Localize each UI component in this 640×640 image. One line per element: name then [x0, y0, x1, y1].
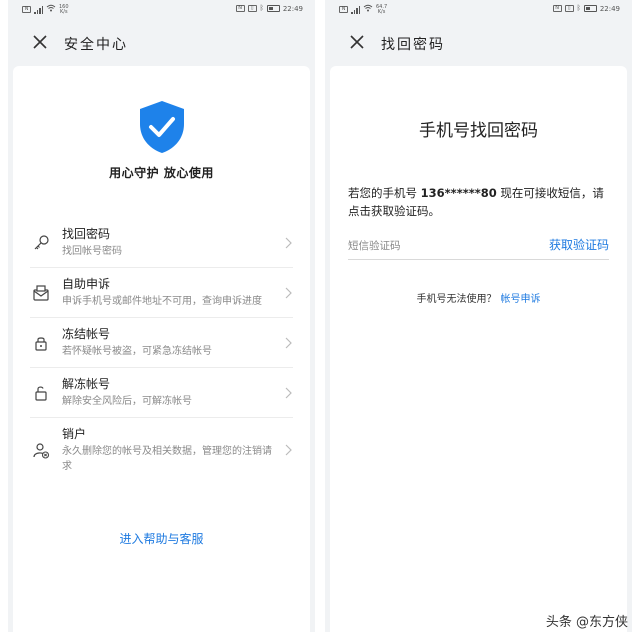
menu-item-title: 冻结帐号 — [62, 327, 111, 341]
menu-item-desc: 解除安全风险后，可解冻帐号 — [62, 396, 192, 407]
menu-item-freeze-account[interactable]: 冻结帐号 若怀疑帐号被盗，可紧急冻结帐号 — [30, 318, 293, 368]
account-appeal-link[interactable]: 帐号申诉 — [501, 294, 541, 305]
menu-item-find-password[interactable]: 找回密码 找回帐号密码 — [30, 218, 293, 268]
phone-unavailable-row: 手机号无法使用？ 帐号申诉 — [330, 290, 627, 305]
sms-info-text: 若您的手机号 136******80 现在可接收短信，请点击获取验证码。 — [348, 186, 604, 218]
masked-phone-number: 136******80 — [420, 186, 497, 200]
close-icon[interactable] — [32, 34, 48, 50]
get-code-button[interactable]: 获取验证码 — [549, 236, 609, 253]
nfc-status-icon: N — [235, 5, 245, 12]
menu-item-desc: 申诉手机号或邮件地址不可用，查询申诉进度 — [62, 296, 262, 307]
right-phone-screen: N 64.7 K/s N ▯ ᛒ 22:49 找回密码 手机号找回密码 若您的手… — [325, 0, 632, 632]
vibrate-icon: ▯ — [247, 5, 257, 12]
battery-icon — [266, 5, 280, 12]
watermark: 头条 @东方侠 — [545, 615, 628, 630]
bluetooth-icon: ᛒ — [259, 4, 264, 12]
menu-item-close-account[interactable]: 销户 永久删除您的帐号及相关数据，管理您的注销请求 — [30, 418, 293, 482]
security-center-card: 用心守护 放心使用 找回密码 找回帐号密码 自助申诉 申诉手机号或邮件地址不可用… — [13, 66, 310, 632]
user-remove-icon — [33, 443, 50, 459]
chevron-right-icon — [285, 337, 292, 348]
nfc-status-icon: N — [552, 5, 562, 12]
sms-code-field[interactable]: 短信验证码 获取验证码 — [348, 234, 609, 260]
status-bar: N 64.7 K/s N ▯ ᛒ 22:49 — [325, 0, 632, 18]
chevron-right-icon — [285, 387, 292, 398]
chevron-right-icon — [285, 287, 292, 298]
page-title: 安全中心 — [64, 37, 128, 53]
lock-icon — [35, 336, 47, 351]
status-bar: N 160 K/s N ▯ ᛒ 22:49 — [8, 0, 315, 18]
menu-item-unfreeze-account[interactable]: 解冻帐号 解除安全风险后，可解冻帐号 — [30, 368, 293, 418]
nfc-icon: N — [22, 6, 31, 13]
chevron-right-icon — [285, 444, 292, 456]
signal-icon — [351, 5, 360, 14]
menu-item-desc: 永久删除您的帐号及相关数据，管理您的注销请求 — [62, 446, 272, 472]
nfc-icon: N — [339, 6, 348, 13]
unlock-icon — [35, 385, 47, 401]
slogan: 用心守护 放心使用 — [109, 166, 214, 180]
top-nav: 找回密码 — [325, 28, 632, 58]
page-heading: 手机号找回密码 — [419, 121, 538, 141]
menu-item-title: 解冻帐号 — [62, 377, 111, 391]
key-icon — [34, 234, 49, 249]
vibrate-icon: ▯ — [564, 5, 574, 12]
find-password-card: 手机号找回密码 若您的手机号 136******80 现在可接收短信，请点击获取… — [330, 66, 627, 632]
status-time: 22:49 — [282, 4, 303, 13]
chevron-right-icon — [285, 237, 292, 248]
network-speed: 64.7 K/s — [376, 3, 388, 15]
battery-icon — [583, 5, 597, 12]
shield-check-icon — [140, 101, 184, 153]
page-title: 找回密码 — [381, 37, 445, 53]
menu-item-title: 销户 — [62, 427, 87, 441]
menu-item-self-appeal[interactable]: 自助申诉 申诉手机号或邮件地址不可用，查询申诉进度 — [30, 268, 293, 318]
security-menu: 找回密码 找回帐号密码 自助申诉 申诉手机号或邮件地址不可用，查询申诉进度 冻结… — [30, 218, 293, 482]
mail-appeal-icon — [33, 284, 49, 301]
phone-unavailable-text: 手机号无法使用？ — [416, 294, 497, 305]
bluetooth-icon: ᛒ — [576, 4, 581, 12]
signal-icon — [34, 5, 43, 14]
menu-item-title: 找回密码 — [62, 227, 111, 241]
menu-item-title: 自助申诉 — [62, 277, 111, 291]
sms-code-placeholder: 短信验证码 — [348, 240, 401, 252]
wifi-icon — [363, 4, 373, 15]
wifi-icon — [46, 4, 56, 15]
help-and-support-link[interactable]: 进入帮助与客服 — [13, 530, 310, 547]
screenshot-stage: N 160 K/s N ▯ ᛒ 22:49 安全中心 用心守护 放心使用 找回密… — [0, 0, 640, 640]
menu-item-desc: 若怀疑帐号被盗，可紧急冻结帐号 — [62, 346, 212, 357]
menu-item-desc: 找回帐号密码 — [62, 246, 122, 257]
left-phone-screen: N 160 K/s N ▯ ᛒ 22:49 安全中心 用心守护 放心使用 找回密… — [8, 0, 315, 632]
top-nav: 安全中心 — [8, 28, 315, 58]
status-time: 22:49 — [599, 4, 620, 13]
close-icon[interactable] — [349, 34, 365, 50]
network-speed: 160 K/s — [59, 3, 69, 15]
